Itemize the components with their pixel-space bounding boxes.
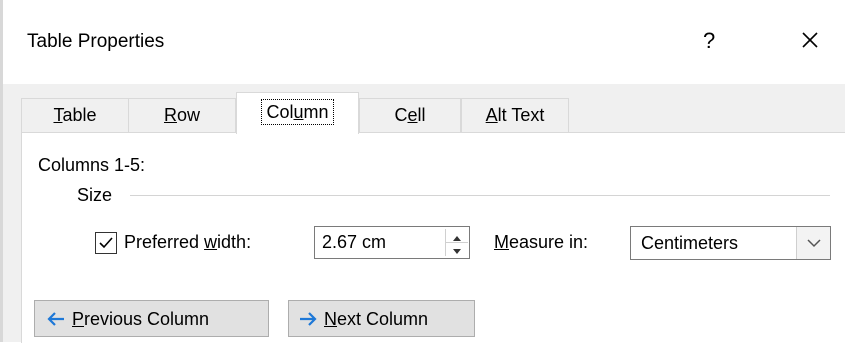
checkmark-icon xyxy=(99,237,113,249)
preferred-width-label: Preferred width: xyxy=(124,232,252,252)
mnemonic: P xyxy=(72,309,85,329)
measure-in-value: Centimeters xyxy=(641,233,739,253)
mnemonic: M xyxy=(494,232,509,252)
spin-buttons xyxy=(445,229,468,256)
tab-cell[interactable]: Cell xyxy=(359,98,461,132)
preferred-width-checkbox[interactable] xyxy=(95,232,117,254)
close-icon xyxy=(802,32,818,48)
title-bar: Table Properties ? xyxy=(0,0,845,84)
preferred-width-stepper[interactable] xyxy=(314,226,470,259)
dialog-title: Table Properties xyxy=(27,31,165,52)
previous-column-label: Previous Column xyxy=(72,309,210,329)
mnemonic: R xyxy=(163,105,177,125)
arrow-left-icon xyxy=(46,309,66,334)
next-column-button[interactable]: Next Column xyxy=(288,300,475,337)
close-button[interactable] xyxy=(794,24,826,56)
preferred-width-input[interactable] xyxy=(322,232,432,253)
arrow-right-icon xyxy=(298,309,318,334)
help-button[interactable]: ? xyxy=(703,28,715,54)
measure-in-label: Measure in: xyxy=(494,232,589,252)
mnemonic: w xyxy=(204,232,218,252)
columns-heading: Columns 1-5: xyxy=(38,155,146,175)
chevron-down-icon xyxy=(807,239,821,248)
size-group-label: Size xyxy=(77,185,113,205)
spin-up-button[interactable] xyxy=(446,229,468,243)
mnemonic: e xyxy=(407,105,418,125)
tab-alt-text[interactable]: Alt Text xyxy=(461,98,569,132)
previous-column-button[interactable]: Previous Column xyxy=(34,300,269,337)
spin-down-button[interactable] xyxy=(446,243,468,256)
tab-row[interactable]: Row xyxy=(128,98,236,132)
triangle-down-icon xyxy=(453,249,461,254)
mnemonic: A xyxy=(485,105,498,125)
group-separator xyxy=(130,195,830,196)
next-column-label: Next Column xyxy=(324,309,429,329)
mnemonic: N xyxy=(324,309,337,329)
tab-table[interactable]: Table xyxy=(21,98,129,132)
mnemonic: u xyxy=(293,102,304,122)
tab-column[interactable]: Column xyxy=(236,92,359,134)
measure-in-select[interactable]: Centimeters xyxy=(630,226,831,260)
dropdown-button[interactable] xyxy=(796,227,830,259)
